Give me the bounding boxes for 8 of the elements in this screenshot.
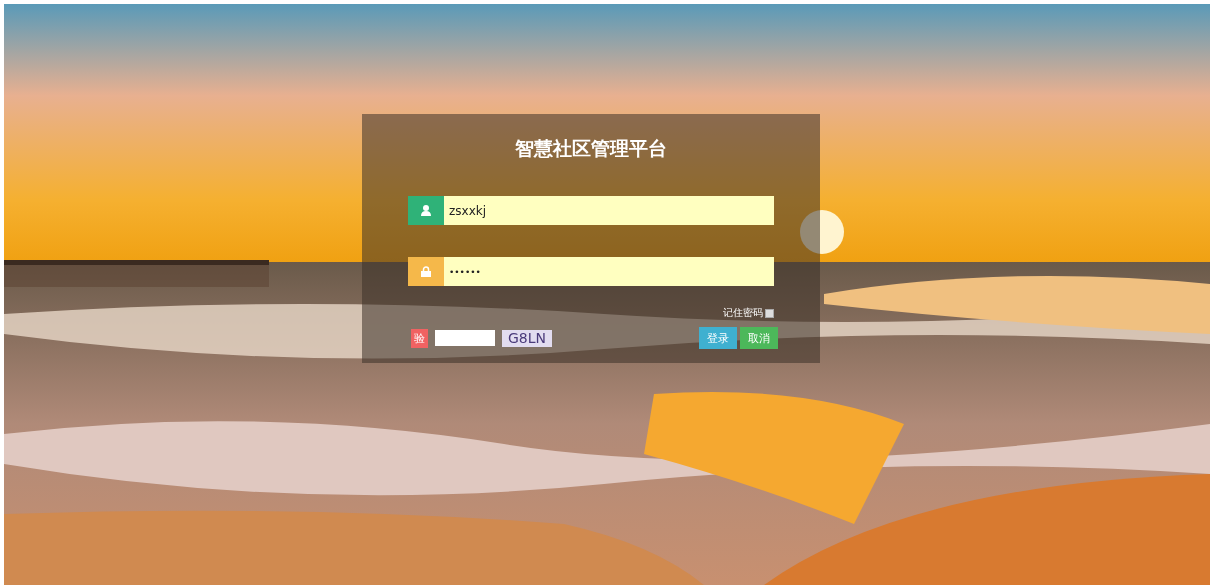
username-field[interactable]: zsxxkj	[444, 196, 774, 225]
user-icon	[421, 205, 431, 216]
captcha-field[interactable]	[435, 330, 495, 346]
password-field[interactable]: ••••••	[444, 257, 774, 286]
lock-icon	[421, 266, 431, 277]
remember-checkbox[interactable]	[765, 308, 774, 318]
remember-label: 记住密码	[723, 306, 763, 320]
login-title: 智慧社区管理平台	[514, 136, 668, 161]
